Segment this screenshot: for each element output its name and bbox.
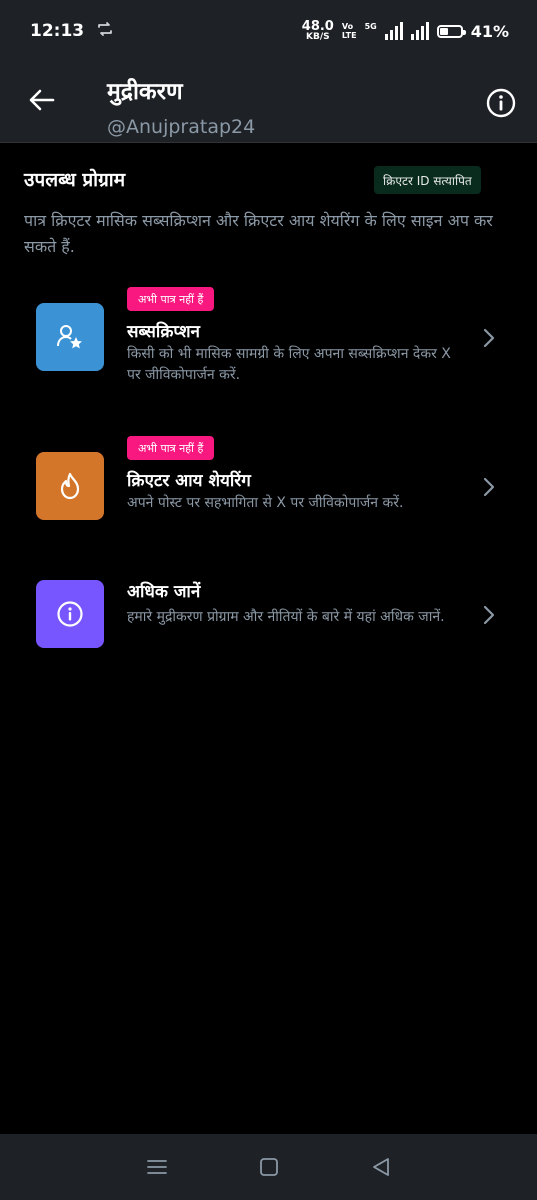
recent-apps-button[interactable] <box>146 1157 168 1177</box>
sync-arrows-icon <box>96 21 114 42</box>
program-item-learn-more[interactable]: अधिक जानें हमारे मुद्रीकरण प्रोग्राम और … <box>0 570 537 690</box>
flame-icon <box>36 452 104 520</box>
back-button[interactable] <box>26 84 58 116</box>
section-description: पात्र क्रिएटर मासिक सब्सक्रिप्शन और क्रि… <box>24 211 493 256</box>
volte-indicator: Vo LTE <box>342 22 357 40</box>
not-eligible-badge: अभी पात्र नहीं हैं <box>127 436 215 460</box>
back-nav-button[interactable] <box>371 1157 391 1177</box>
info-circle-icon <box>36 580 104 648</box>
program-item-subscription[interactable]: अभी पात्र नहीं हैं सब्सक्रिप्शन किसी को … <box>0 280 537 400</box>
page-username: @Anujpratap24 <box>107 116 256 138</box>
triangle-back-icon <box>373 1158 390 1176</box>
network-type: 5G <box>364 22 377 31</box>
item-title: सब्सक्रिप्शन <box>127 322 200 342</box>
page-title: मुद्रीकरण <box>107 79 183 105</box>
item-title: क्रिएटर आय शेयरिंग <box>127 471 251 491</box>
person-star-icon <box>36 303 104 371</box>
square-icon <box>260 1158 279 1176</box>
battery-icon <box>436 24 466 38</box>
lte-label: LTE <box>341 31 357 40</box>
battery-percent: 41% <box>470 21 509 41</box>
chevron-right-icon <box>483 605 495 625</box>
program-item-creator-revenue[interactable]: अभी पात्र नहीं हैं क्रिएटर आय शेयरिंग अप… <box>0 430 537 550</box>
status-time: 12:13 <box>30 21 85 41</box>
battery-fill <box>439 27 448 35</box>
app-header: मुद्रीकरण @Anujpratap24 <box>0 62 537 143</box>
status-bar: 12:13 48.0 KB/S Vo LTE 5G 41% <box>0 0 537 62</box>
item-description: किसी को भी मासिक सामग्री के लिए अपना सब्… <box>127 346 451 383</box>
volte-label: Vo <box>341 22 354 31</box>
item-title: अधिक जानें <box>127 582 201 602</box>
section-heading: उपलब्ध प्रोग्राम <box>24 169 126 191</box>
back-arrow-icon <box>29 89 55 111</box>
info-button[interactable] <box>484 86 518 120</box>
item-description: अपने पोस्ट पर सहभागिता से X पर जीविकोपार… <box>127 495 404 511</box>
home-button[interactable] <box>259 1157 279 1177</box>
system-nav-bar <box>0 1134 537 1200</box>
item-description: हमारे मुद्रीकरण प्रोग्राम और नीतियों के … <box>127 609 445 625</box>
chevron-right-icon <box>483 328 495 348</box>
info-icon <box>486 88 516 118</box>
net-speed: 48.0 KB/S <box>302 20 334 42</box>
net-speed-unit: KB/S <box>306 32 330 42</box>
not-eligible-badge: अभी पात्र नहीं हैं <box>127 287 215 311</box>
signal-strength-icon <box>384 22 403 40</box>
creator-verified-badge: क्रिएटर ID सत्यापित <box>374 166 481 194</box>
chevron-right-icon <box>483 477 495 497</box>
menu-icon <box>146 1160 167 1174</box>
signal-strength-icon <box>410 22 429 40</box>
